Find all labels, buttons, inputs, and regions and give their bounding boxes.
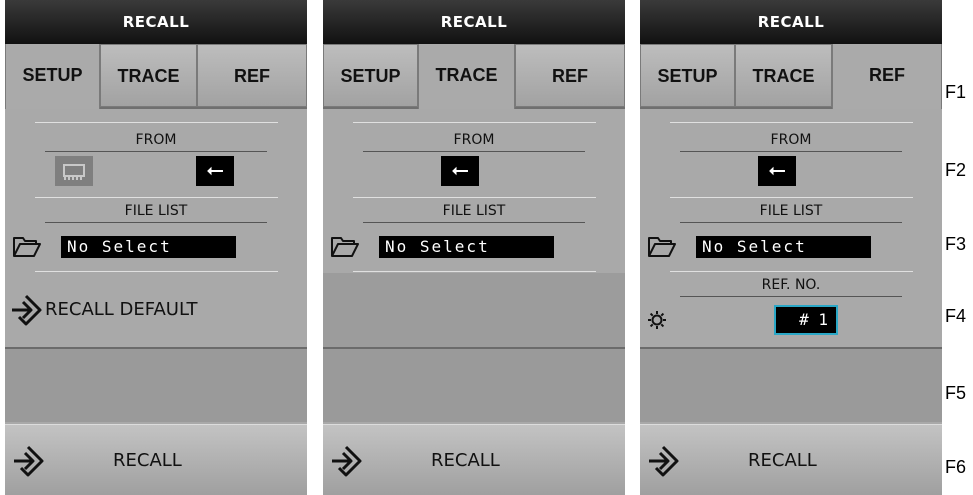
divider xyxy=(35,197,278,198)
divider xyxy=(353,271,596,272)
file-list-label: FILE LIST xyxy=(759,203,823,219)
recall-panel-trace: RECALL SETUP TRACE REF FROM ⭠ FILE LIST … xyxy=(323,0,625,495)
panel-title: RECALL xyxy=(640,0,942,44)
recall-arrow-icon xyxy=(14,445,44,477)
recall-arrow-icon xyxy=(12,294,42,326)
panel-title: RECALL xyxy=(5,0,307,44)
divider xyxy=(353,122,596,123)
divider xyxy=(35,122,278,123)
recall-default-button[interactable]: RECALL DEFAULT xyxy=(5,272,307,348)
recall-panel-setup: RECALL SETUP TRACE REF FROM ⭠ FILE LIST … xyxy=(5,0,307,495)
tab-bar: SETUP TRACE REF xyxy=(640,44,942,109)
divider xyxy=(363,222,585,223)
divider xyxy=(680,151,902,152)
memory-icon[interactable] xyxy=(55,156,93,186)
divider xyxy=(670,122,913,123)
from-label: FROM xyxy=(135,132,177,148)
usb-icon[interactable]: ⭠ xyxy=(196,156,234,186)
recall-button[interactable]: RECALL xyxy=(5,424,307,495)
recall-button[interactable]: RECALL xyxy=(640,424,942,495)
empty-softkey xyxy=(323,349,625,422)
fkey-f3: F3 xyxy=(945,234,967,254)
chip-pins xyxy=(64,176,84,180)
ref-number-field[interactable]: # 1 xyxy=(774,305,838,335)
recall-arrow-icon xyxy=(649,445,679,477)
tab-ref[interactable]: REF xyxy=(197,44,307,107)
empty-softkey xyxy=(5,349,307,422)
empty-softkey xyxy=(323,273,625,347)
recall-button[interactable]: RECALL xyxy=(323,424,625,495)
fkey-f4: F4 xyxy=(945,306,967,326)
divider xyxy=(45,222,267,223)
folder-icon xyxy=(13,237,41,257)
recall-label: RECALL xyxy=(113,450,182,471)
tab-setup[interactable]: SETUP xyxy=(323,44,418,107)
recall-arrow-icon xyxy=(332,445,362,477)
from-label: FROM xyxy=(770,132,812,148)
tab-bar: SETUP TRACE REF xyxy=(5,44,307,109)
recall-label: RECALL xyxy=(748,450,817,471)
recall-label: RECALL xyxy=(431,450,500,471)
divider xyxy=(670,197,913,198)
divider xyxy=(363,151,585,152)
fkey-f1: F1 xyxy=(945,82,967,102)
gear-icon xyxy=(648,311,666,329)
file-list-label: FILE LIST xyxy=(124,203,188,219)
file-list-label: FILE LIST xyxy=(442,203,506,219)
file-select-field[interactable]: No Select xyxy=(379,236,554,258)
divider xyxy=(670,271,913,272)
from-label: FROM xyxy=(453,132,495,148)
divider xyxy=(45,151,267,152)
tab-ref[interactable]: REF xyxy=(515,44,625,107)
divider xyxy=(680,296,902,297)
tab-setup[interactable]: SETUP xyxy=(5,44,100,109)
divider xyxy=(353,197,596,198)
folder-icon xyxy=(648,237,676,257)
tab-trace[interactable]: TRACE xyxy=(418,44,515,109)
fkey-f2: F2 xyxy=(945,160,967,180)
recall-panel-ref: RECALL SETUP TRACE REF FROM ⭠ FILE LIST … xyxy=(640,0,942,495)
panel-title: RECALL xyxy=(323,0,625,44)
tab-ref[interactable]: REF xyxy=(832,44,942,109)
file-select-field[interactable]: No Select xyxy=(696,236,871,258)
fkey-f6: F6 xyxy=(945,457,967,477)
divider xyxy=(680,222,902,223)
empty-softkey xyxy=(640,349,942,422)
ref-no-label: REF. NO. xyxy=(761,277,821,293)
recall-default-label: RECALL DEFAULT xyxy=(45,299,198,320)
usb-icon[interactable]: ⭠ xyxy=(441,156,479,186)
tab-trace[interactable]: TRACE xyxy=(735,44,832,107)
usb-icon[interactable]: ⭠ xyxy=(758,156,796,186)
file-select-field[interactable]: No Select xyxy=(61,236,236,258)
fkey-f5: F5 xyxy=(945,383,967,403)
folder-icon xyxy=(331,237,359,257)
tab-trace[interactable]: TRACE xyxy=(100,44,197,107)
tab-bar: SETUP TRACE REF xyxy=(323,44,625,109)
tab-setup[interactable]: SETUP xyxy=(640,44,735,107)
